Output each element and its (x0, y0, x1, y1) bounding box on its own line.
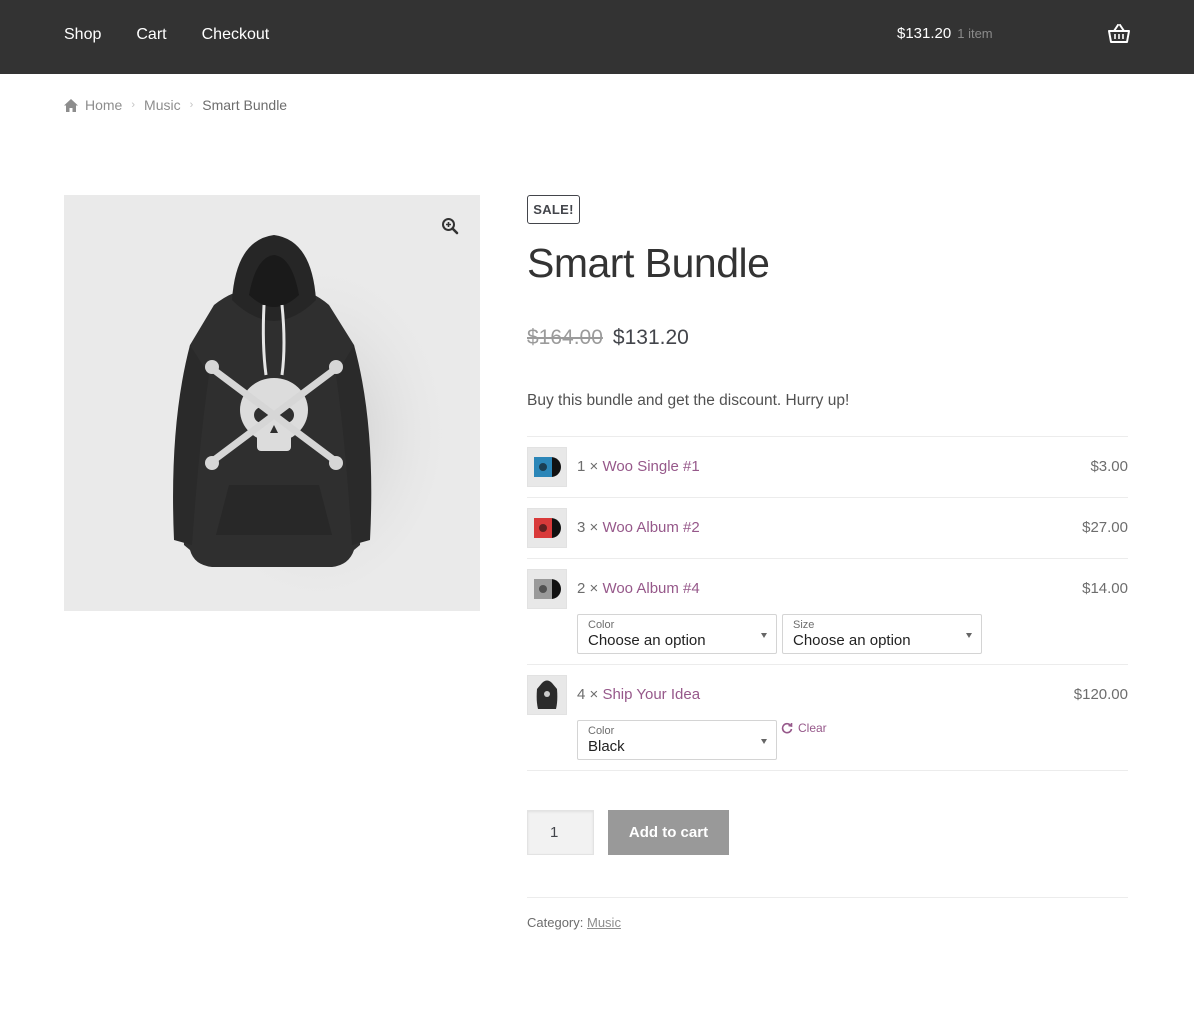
bundle-item-qty: 3 × (577, 519, 599, 536)
bundle-item: 4 × Ship Your Idea (577, 686, 700, 703)
select-value: Black (588, 738, 625, 755)
home-icon (64, 98, 78, 112)
bundle-item-qty: 4 × (577, 686, 599, 703)
select-value: Choose an option (793, 632, 911, 649)
breadcrumb-separator: › (189, 99, 194, 111)
hoodie-image (164, 235, 444, 595)
bundle-item-qty: 2 × (577, 580, 599, 597)
hoodie-icon (536, 680, 558, 709)
vinyl-blue-icon (534, 457, 561, 477)
vinyl-red-icon (534, 518, 561, 538)
cart-count: 1 item (957, 26, 993, 41)
category-label: Category: (527, 915, 584, 930)
divider (527, 497, 1128, 498)
basket-icon[interactable] (1108, 24, 1130, 44)
old-price: $164.00 (527, 326, 603, 349)
select-label: Size (793, 619, 815, 631)
bundle-item-price: $3.00 (1090, 458, 1128, 475)
breadcrumb-music[interactable]: Music (144, 97, 181, 113)
site-header: Shop Cart Checkout $131.20 1 item (0, 0, 1194, 74)
product-image[interactable] (64, 195, 480, 611)
chevron-down-icon (966, 633, 972, 638)
divider (527, 770, 1128, 771)
category-link[interactable]: Music (587, 915, 621, 930)
sale-badge: SALE! (527, 195, 580, 224)
vinyl-grey-icon (534, 579, 561, 599)
breadcrumb-home[interactable]: Home (85, 97, 122, 113)
nav-shop[interactable]: Shop (64, 26, 101, 44)
header-cart-summary[interactable]: $131.20 1 item (897, 25, 993, 42)
bundle-item-link[interactable]: Woo Album #2 (602, 519, 699, 536)
bundle-item: 1 × Woo Single #1 (577, 458, 700, 475)
bundle-item-price: $27.00 (1082, 519, 1128, 536)
bundle-item-thumbnail[interactable] (527, 447, 567, 487)
refresh-icon (781, 722, 793, 734)
nav-checkout[interactable]: Checkout (202, 26, 270, 44)
chevron-down-icon (761, 739, 767, 744)
bundle-item-link[interactable]: Woo Single #1 (602, 458, 699, 475)
bundle-item-link[interactable]: Woo Album #4 (602, 580, 699, 597)
primary-nav: Shop Cart Checkout (64, 0, 304, 70)
sale-price: $131.20 (612, 326, 689, 349)
color-select[interactable]: Color Black (577, 720, 777, 760)
select-value: Choose an option (588, 632, 706, 649)
divider (527, 436, 1128, 437)
product-description: Buy this bundle and get the discount. Hu… (527, 392, 850, 409)
bundle-item-thumbnail[interactable] (527, 508, 567, 548)
bundle-item-thumbnail[interactable] (527, 569, 567, 609)
clear-selection-link[interactable]: Clear (781, 721, 827, 735)
product-title: Smart Bundle (527, 240, 770, 286)
breadcrumb: Home › Music › Smart Bundle (64, 97, 287, 113)
breadcrumb-separator: › (131, 99, 136, 111)
divider (527, 558, 1128, 559)
bundle-item-link[interactable]: Ship Your Idea (602, 686, 700, 703)
nav-cart[interactable]: Cart (136, 26, 166, 44)
quantity-input[interactable]: 1 (527, 810, 594, 855)
breadcrumb-current: Smart Bundle (202, 97, 288, 113)
bundle-item-thumbnail[interactable] (527, 675, 567, 715)
bundle-item-qty: 1 × (577, 458, 599, 475)
clear-label: Clear (798, 721, 827, 735)
divider (527, 664, 1128, 665)
chevron-down-icon (761, 633, 767, 638)
select-label: Color (588, 619, 615, 631)
divider (527, 897, 1128, 898)
zoom-icon[interactable] (441, 217, 459, 235)
cart-total: $131.20 (897, 25, 952, 42)
bundle-item-price: $14.00 (1082, 580, 1128, 597)
bundle-item: 2 × Woo Album #4 (577, 580, 700, 597)
product-price: $164.00 $131.20 (527, 326, 689, 350)
bundle-item-price: $120.00 (1073, 686, 1128, 703)
select-label: Color (588, 725, 615, 737)
color-select[interactable]: Color Choose an option (577, 614, 777, 654)
bundle-item: 3 × Woo Album #2 (577, 519, 700, 536)
product-category: Category: Music (527, 915, 621, 930)
size-select[interactable]: Size Choose an option (782, 614, 982, 654)
add-to-cart-button[interactable]: Add to cart (608, 810, 729, 855)
